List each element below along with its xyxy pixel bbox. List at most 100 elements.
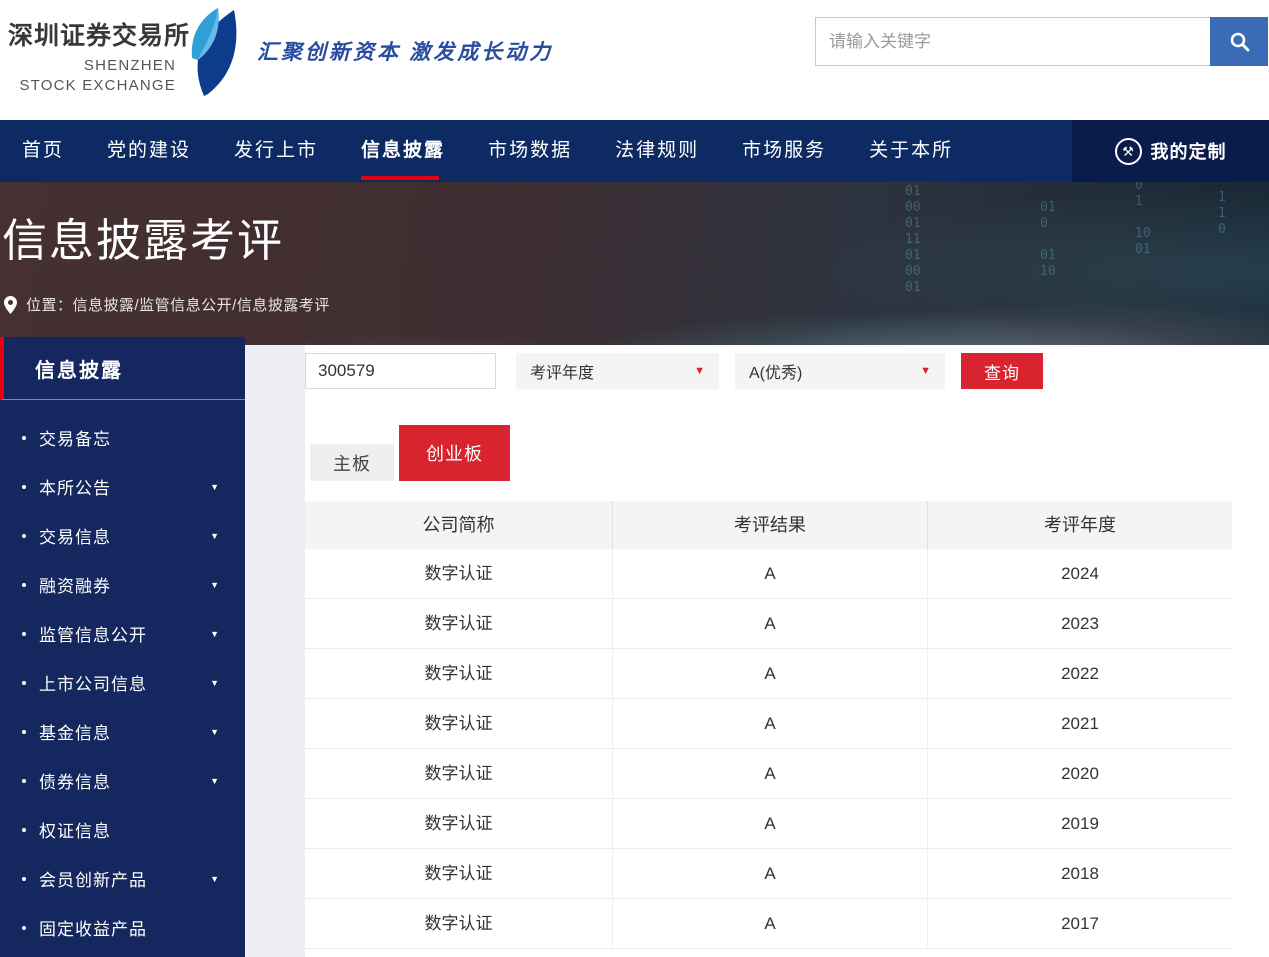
table-row: 数字认证A2024 [305,549,1232,599]
evaluation-year-dropdown[interactable]: 考评年度 ▼ [516,353,719,389]
table-cell: 2019 [928,799,1232,848]
sidebar-item[interactable]: 基金信息 ▼ [0,707,245,756]
main-content: 考评年度 ▼ A(优秀) ▼ 查询 主板 创业板 公司简称考评结果考评年度 数字… [305,345,1269,957]
chevron-down-icon: ▼ [210,531,219,541]
sidebar-header[interactable]: 信息披露 [0,337,245,400]
bullet-icon [22,828,26,832]
evaluation-result-dropdown[interactable]: A(优秀) ▼ [735,353,945,389]
sidebar-item[interactable]: 融资融券 ▼ [0,560,245,609]
chevron-down-icon: ▼ [210,727,219,737]
table-cell: 2023 [928,599,1232,648]
logo-english-name: SHENZHEN STOCK EXCHANGE [8,56,176,96]
page-title: 信息披露考评 [2,204,284,269]
chevron-down-icon: ▼ [210,580,219,590]
table-row: 数字认证A2023 [305,599,1232,649]
nav-item[interactable]: 信息披露 [361,120,445,182]
nav-item[interactable]: 关于本所 [869,120,953,182]
breadcrumb: 位置：信息披露/监管信息公开/信息披露考评 [4,294,330,315]
sidebar-item-label: 权证信息 [39,817,111,842]
sidebar-item[interactable]: 固定收益产品 ▼ [0,903,245,952]
table-cell: A [613,749,928,798]
table-row: 数字认证A2019 [305,799,1232,849]
chevron-down-icon: ▼ [210,776,219,786]
location-pin-icon [4,296,17,314]
table-cell: 2018 [928,849,1232,898]
sidebar-item[interactable]: 会员创新产品 ▼ [0,854,245,903]
slogan-text: 汇聚创新资本 激发成长动力 [257,36,553,66]
table-cell: 数字认证 [305,899,613,948]
sidebar-item[interactable]: 上市公司信息 ▼ [0,658,245,707]
bullet-icon [22,534,26,538]
nav-item[interactable]: 法律规则 [615,120,699,182]
stock-code-input[interactable] [305,353,496,389]
chevron-down-icon: ▼ [210,629,219,639]
sidebar-item-label: 交易信息 [39,523,111,548]
table-row: 数字认证A2020 [305,749,1232,799]
bullet-icon [22,681,26,685]
sidebar-item[interactable]: 交易备忘 ▼ [0,413,245,462]
sidebar-item[interactable]: 监管信息公开 ▼ [0,609,245,658]
sidebar-item[interactable]: 交易信息 ▼ [0,511,245,560]
table-cell: 2017 [928,899,1232,948]
table-cell: 数字认证 [305,849,613,898]
nav-item[interactable]: 市场数据 [488,120,572,182]
bullet-icon [22,632,26,636]
nav-item[interactable]: 市场服务 [742,120,826,182]
table-cell: 数字认证 [305,799,613,848]
table-row: 数字认证A2021 [305,699,1232,749]
board-tab[interactable]: 创业板 [399,425,510,481]
site-search [815,17,1268,66]
table-cell: A [613,849,928,898]
table-cell: A [613,549,928,598]
evaluation-result-value: A(优秀) [749,359,802,383]
table-cell: 数字认证 [305,749,613,798]
sidebar-item-label: 监管信息公开 [39,621,147,646]
table-cell: 数字认证 [305,549,613,598]
nav-item[interactable]: 党的建设 [107,120,191,182]
sidebar-menu: 交易备忘 ▼ 本所公告 ▼ 交易信息 ▼ 融资融券 ▼ [0,400,245,952]
search-input[interactable] [815,17,1210,66]
bullet-icon [22,779,26,783]
szse-logo[interactable]: 深圳证券交易所 SHENZHEN STOCK EXCHANGE [8,12,248,108]
sidebar-item-label: 交易备忘 [39,425,111,450]
sidebar-item-label: 固定收益产品 [39,915,147,940]
tools-icon: ⚒ [1115,138,1142,165]
sidebar-item[interactable]: 债券信息 ▼ [0,756,245,805]
logo-chinese-name: 深圳证券交易所 [8,16,176,52]
evaluation-table: 公司简称考评结果考评年度 数字认证A2024数字认证A2023数字认证A2022… [305,501,1232,949]
table-cell: A [613,799,928,848]
table-cell: 数字认证 [305,599,613,648]
table-cell: 2021 [928,699,1232,748]
table-cell: A [613,699,928,748]
bullet-icon [22,583,26,587]
binary-texture-column: 1 1 0 [1218,190,1226,238]
table-header-cell: 考评年度 [928,501,1232,549]
sidebar: 信息披露 交易备忘 ▼ 本所公告 ▼ 交易信息 ▼ 融资融券 [0,337,245,957]
query-button[interactable]: 查询 [961,353,1043,389]
table-cell: 2024 [928,549,1232,598]
sidebar-item[interactable]: 本所公告 ▼ [0,462,245,511]
sidebar-item[interactable]: 权证信息 ▼ [0,805,245,854]
binary-texture-column: 01 0 01 10 [1040,200,1056,280]
board-tab[interactable]: 主板 [310,444,394,481]
sidebar-item-label: 本所公告 [39,474,111,499]
table-header-cell: 考评结果 [613,501,928,549]
search-button[interactable] [1210,17,1268,66]
nav-item[interactable]: 发行上市 [234,120,318,182]
sidebar-item-label: 上市公司信息 [39,670,147,695]
my-customization-button[interactable]: ⚒ 我的定制 [1072,120,1269,182]
table-body: 数字认证A2024数字认证A2023数字认证A2022数字认证A2021数字认证… [305,549,1232,949]
table-cell: A [613,899,928,948]
my-customization-label: 我的定制 [1151,138,1227,164]
chevron-down-icon: ▼ [694,365,705,377]
nav-list: 首页 党的建设 发行上市 信息披露 市场数据 法律规则 市场服务 关于本所 [22,120,953,182]
binary-texture-column: 0 1 10 01 [1135,182,1151,258]
nav-item[interactable]: 首页 [22,120,64,182]
search-icon [1229,31,1250,52]
main-navbar: 首页 党的建设 发行上市 信息披露 市场数据 法律规则 市场服务 关于本所 ⚒ … [0,120,1269,182]
table-row: 数字认证A2017 [305,899,1232,949]
szse-logo-icon [174,6,248,98]
table-cell: A [613,649,928,698]
binary-texture-column: 01 00 01 11 01 00 01 [905,184,921,296]
sidebar-item-label: 融资融券 [39,572,111,597]
